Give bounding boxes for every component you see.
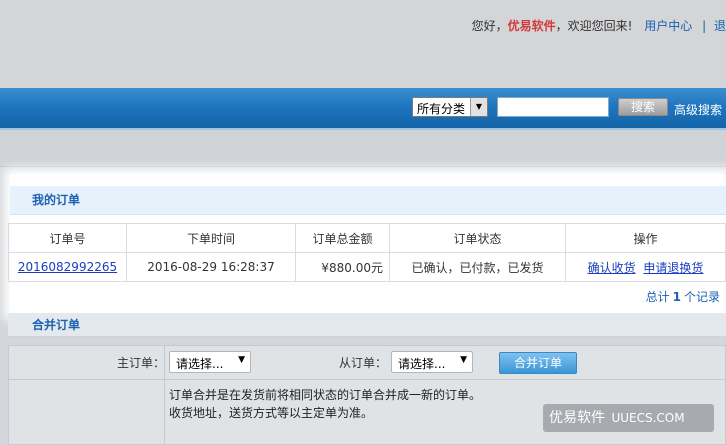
sub-order-label: 从订单： bbox=[339, 356, 388, 370]
logout-link[interactable]: 退 bbox=[714, 19, 726, 33]
table-row: 2016082992265 2016-08-29 16:28:37 ¥880.0… bbox=[8, 252, 726, 282]
greeting-suffix: ，欢迎您回来! bbox=[555, 19, 633, 33]
merge-orders-button[interactable]: 合并订单 bbox=[499, 352, 577, 374]
search-input[interactable] bbox=[497, 97, 609, 117]
merge-divider bbox=[9, 379, 725, 380]
col-order-status: 订单状态 bbox=[389, 223, 566, 253]
total-records: 总计 1 个记录 bbox=[646, 288, 720, 305]
watermark-cn: 优易软件 bbox=[549, 410, 605, 426]
total-prefix: 总计 bbox=[645, 290, 670, 304]
request-return-link[interactable]: 申请退换货 bbox=[643, 261, 703, 275]
chevron-down-icon: ▼ bbox=[460, 355, 467, 365]
chevron-down-icon: ▼ bbox=[238, 355, 245, 365]
sub-order-select[interactable]: 请选择... ▼ bbox=[391, 351, 473, 373]
link-separator: | bbox=[702, 19, 707, 33]
merge-note-line: 收货地址，送货方式等以主定单为准。 bbox=[169, 406, 374, 420]
total-count: 1 bbox=[672, 290, 681, 304]
top-header: 您好，优易软件，欢迎您回来! 用户中心 | 退 bbox=[0, 0, 726, 88]
main-order-value: 请选择... bbox=[176, 357, 224, 371]
advanced-search-link[interactable]: 高级搜索 bbox=[674, 101, 722, 118]
order-actions: 确认收货 申请退换货 bbox=[565, 252, 726, 282]
orders-table: 订单号 下单时间 订单总金额 订单状态 操作 2016082992265 201… bbox=[8, 223, 726, 282]
search-button[interactable]: 搜索 bbox=[618, 98, 668, 116]
order-number-link[interactable]: 2016082992265 bbox=[18, 260, 117, 274]
table-header-row: 订单号 下单时间 订单总金额 订单状态 操作 bbox=[8, 223, 726, 253]
merge-orders-title: 合并订单 bbox=[8, 313, 726, 337]
sub-band bbox=[0, 130, 726, 167]
order-time: 2016-08-29 16:28:37 bbox=[126, 252, 296, 282]
watermark-en: UUECS.COM bbox=[611, 411, 685, 425]
brand-name: 优易软件 bbox=[507, 19, 556, 33]
watermark: 优易软件 UUECS.COM bbox=[543, 404, 714, 432]
col-actions: 操作 bbox=[565, 223, 726, 253]
sub-order-value: 请选择... bbox=[398, 357, 446, 371]
total-suffix: 个记录 bbox=[683, 290, 720, 304]
category-select[interactable]: 所有分类 ▼ bbox=[412, 97, 488, 117]
confirm-receipt-link[interactable]: 确认收货 bbox=[588, 261, 636, 275]
merge-note-line: 订单合并是在发货前将相同状态的订单合并成一新的订单。 bbox=[169, 388, 482, 402]
order-amount: ¥880.00元 bbox=[295, 252, 390, 282]
dropdown-arrow-icon: ▼ bbox=[470, 98, 487, 116]
my-orders-panel: 我的订单 订单号 下单时间 订单总金额 订单状态 操作 201608299226… bbox=[8, 174, 726, 314]
order-status: 已确认，已付款，已发货 bbox=[389, 252, 566, 282]
welcome-bar: 您好，优易软件，欢迎您回来! 用户中心 | 退 bbox=[472, 17, 726, 34]
col-order-time: 下单时间 bbox=[126, 223, 296, 253]
col-order-no: 订单号 bbox=[8, 223, 127, 253]
user-center-link[interactable]: 用户中心 bbox=[644, 19, 692, 33]
main-order-select[interactable]: 请选择... ▼ bbox=[169, 351, 251, 373]
greeting-prefix: 您好， bbox=[471, 19, 508, 33]
nav-bar: 所有分类 ▼ 搜索 高级搜索 bbox=[0, 88, 726, 130]
merge-note: 订单合并是在发货前将相同状态的订单合并成一新的订单。 收货地址，送货方式等以主定… bbox=[169, 386, 481, 422]
my-orders-title: 我的订单 bbox=[10, 186, 726, 215]
category-value: 所有分类 bbox=[417, 102, 466, 116]
col-order-amount: 订单总金额 bbox=[295, 223, 390, 253]
main-order-label: 主订单： bbox=[117, 356, 166, 370]
